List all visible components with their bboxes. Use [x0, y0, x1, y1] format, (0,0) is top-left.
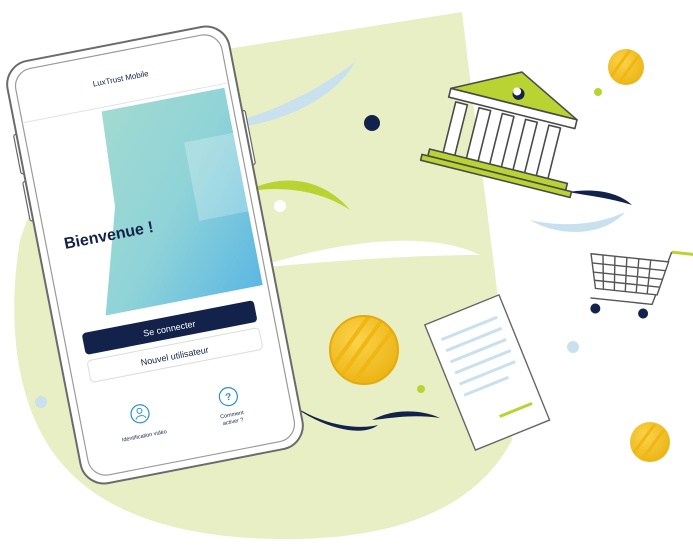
dot-blue-left — [35, 396, 47, 408]
dot-navy — [364, 115, 380, 131]
shopping-cart-icon — [590, 250, 693, 319]
swoosh-light-blue-mid — [530, 212, 625, 232]
dot-green-top — [594, 88, 602, 96]
dot-green-mid — [417, 385, 425, 393]
coin-icon — [608, 49, 644, 85]
luxtrust-illustration: LuxTrust Mobile Bienvenue ! Se connecter… — [6, 12, 693, 540]
swoosh-navy-right — [568, 190, 632, 205]
coin-icon — [630, 422, 670, 462]
coin-icon — [329, 315, 399, 385]
dot-white — [274, 200, 286, 212]
dot-blue-right — [567, 341, 579, 353]
